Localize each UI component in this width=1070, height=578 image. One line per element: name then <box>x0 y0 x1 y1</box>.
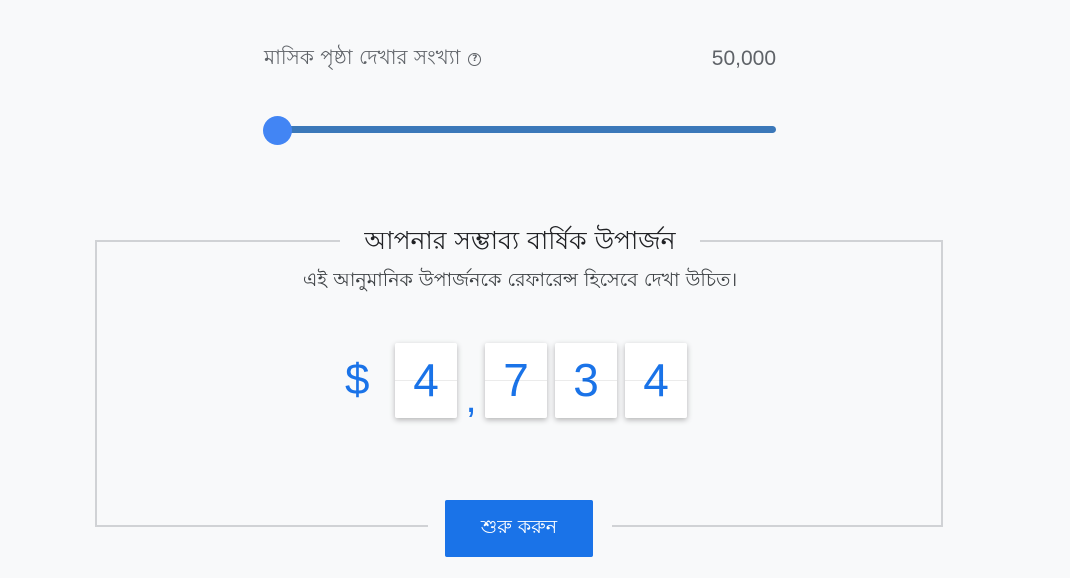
start-button[interactable]: শুরু করুন <box>445 500 593 557</box>
currency-symbol: $ <box>345 355 370 404</box>
amount-digit: 7 <box>485 342 547 418</box>
earnings-note: এই আনুমানিক উপার্জনকে রেফারেন্স হিসেবে দ… <box>302 269 738 291</box>
thousands-separator: , <box>465 377 477 421</box>
earnings-amount: $ 4 , 7 3 4 <box>340 342 687 421</box>
earnings-title: আপনার সম্ভাব্য বার্ষিক উপার্জন <box>340 224 700 258</box>
help-icon[interactable]: ? <box>468 52 482 66</box>
pageviews-label-group: মাসিক পৃষ্ঠা দেখার সংখ্যা ? <box>264 43 482 76</box>
pageviews-label: মাসিক পৃষ্ঠা দেখার সংখ্যা <box>264 44 461 69</box>
amount-digit: 4 <box>395 342 457 418</box>
slider-track[interactable] <box>272 126 776 133</box>
pageviews-slider-header: মাসিক পৃষ্ঠা দেখার সংখ্যা ? 50,000 <box>264 44 776 74</box>
slider-thumb[interactable] <box>263 116 292 145</box>
amount-digit: 3 <box>555 342 617 418</box>
pageviews-value: 50,000 <box>711 47 776 70</box>
amount-digit: 4 <box>625 342 687 418</box>
